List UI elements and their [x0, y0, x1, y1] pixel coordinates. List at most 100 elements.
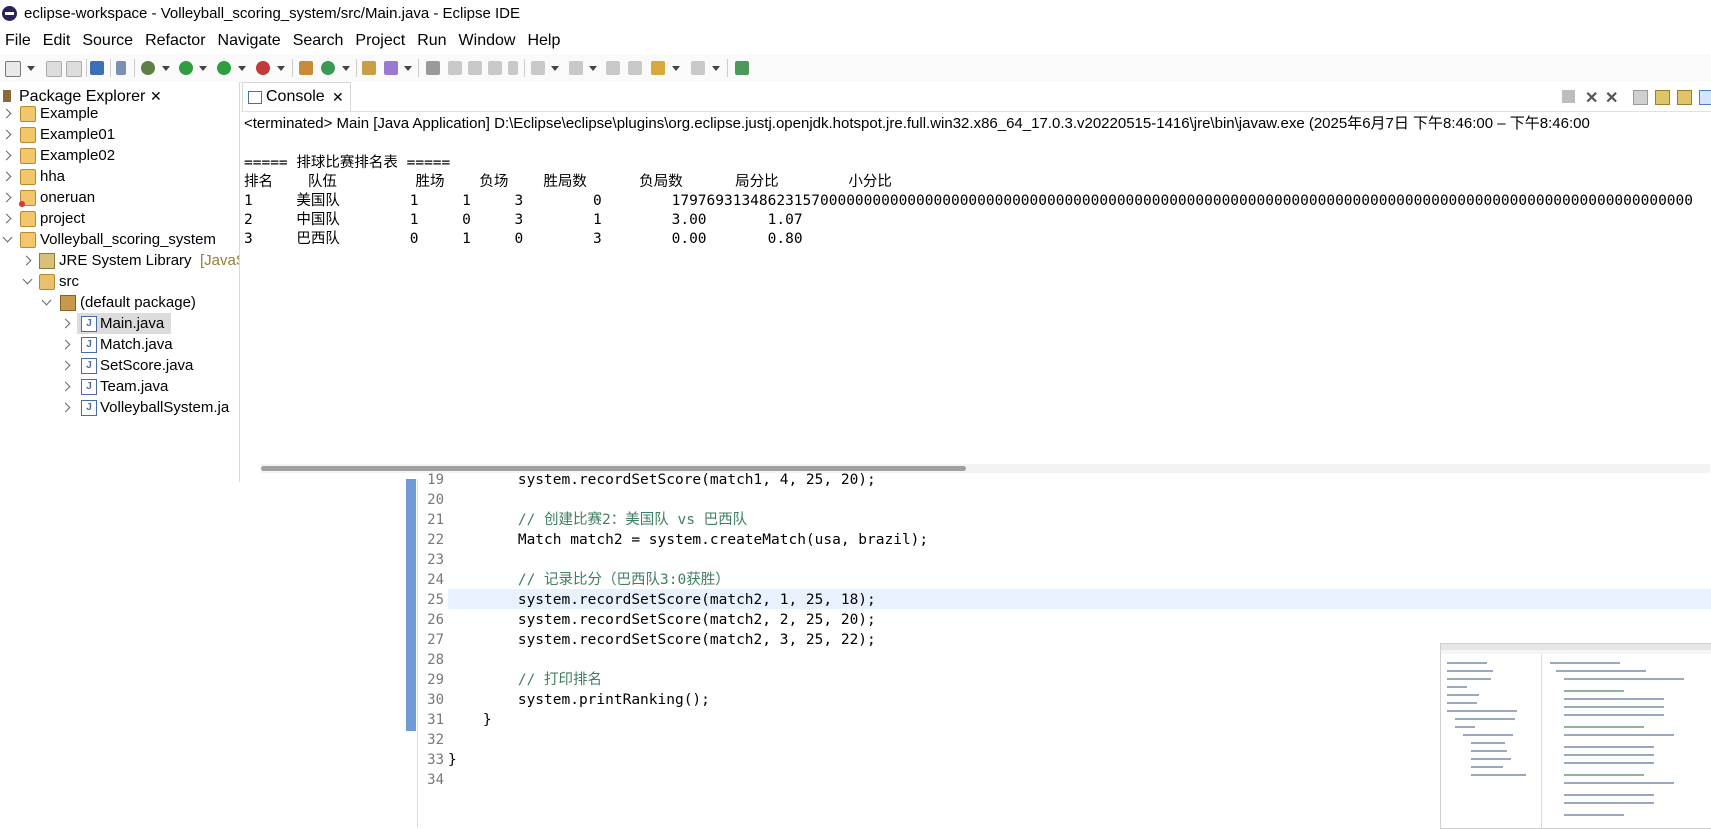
java-file-icon: J — [81, 358, 97, 374]
chevron-right-icon[interactable] — [60, 402, 71, 413]
pilcrow-icon[interactable] — [508, 61, 518, 75]
menu-window[interactable]: Window — [453, 27, 522, 54]
tree-item-volleyball-scoring-system[interactable]: Volleyball_scoring_system — [0, 229, 239, 250]
tree-item-setscore-java[interactable]: J SetScore.java — [0, 355, 239, 376]
remove-launch-icon[interactable]: ✕ — [1585, 90, 1598, 107]
remove-all-terminated-icon[interactable]: ✕ — [1605, 90, 1618, 107]
tree-item-project[interactable]: project — [0, 208, 239, 229]
menu-run[interactable]: Run — [411, 27, 452, 54]
skip-breakpoints-icon[interactable] — [116, 61, 126, 75]
new-icon[interactable] — [5, 61, 21, 77]
menu-navigate[interactable]: Navigate — [212, 27, 287, 54]
menu-refactor[interactable]: Refactor — [139, 27, 211, 54]
line-number: 20 — [427, 492, 444, 508]
last-edit-location-icon[interactable] — [606, 61, 620, 75]
forward-dropdown-icon[interactable] — [712, 66, 720, 71]
coverage-dropdown-icon[interactable] — [238, 66, 246, 71]
chevron-right-icon[interactable] — [1, 192, 12, 203]
chevron-down-icon[interactable] — [2, 232, 13, 243]
chevron-right-icon[interactable] — [60, 381, 71, 392]
tree-item-src[interactable]: src — [0, 271, 239, 292]
search-dropdown-icon[interactable] — [404, 66, 412, 71]
tree-item-default-package[interactable]: (default package) — [0, 292, 239, 313]
debug-icon[interactable] — [141, 61, 155, 75]
tree-item-match-java[interactable]: J Match.java — [0, 334, 239, 355]
next-annotation-icon[interactable] — [531, 61, 545, 75]
show-whitespace-icon[interactable] — [488, 61, 502, 75]
new-class-dropdown-icon[interactable] — [342, 66, 350, 71]
tree-item-example02[interactable]: Example02 — [0, 145, 239, 166]
menu-file[interactable]: File — [0, 27, 37, 54]
tree-item-team-java[interactable]: J Team.java — [0, 376, 239, 397]
chevron-right-icon[interactable] — [21, 255, 32, 266]
tree-item-oneruan[interactable]: oneruan — [0, 187, 239, 208]
thumbnail-line — [1564, 746, 1654, 748]
menu-edit[interactable]: Edit — [37, 27, 77, 54]
project-icon — [20, 211, 36, 227]
chevron-right-icon[interactable] — [60, 318, 71, 329]
coverage-icon[interactable] — [217, 61, 231, 75]
chevron-right-icon[interactable] — [60, 339, 71, 350]
scroll-lock-icon[interactable] — [1655, 90, 1670, 105]
code-comment: // 记录比分（巴西队3:0获胜） — [448, 572, 730, 588]
external-tools-icon[interactable] — [256, 61, 270, 75]
toggle-block-selection-icon[interactable] — [468, 61, 482, 75]
chevron-right-icon[interactable] — [1, 129, 12, 140]
back-dropdown-icon[interactable] — [672, 66, 680, 71]
window-thumbnail-preview[interactable] — [1440, 643, 1711, 829]
external-tools-dropdown-icon[interactable] — [277, 66, 285, 71]
menu-search[interactable]: Search — [287, 27, 350, 54]
run-icon[interactable] — [179, 61, 193, 75]
clear-console-icon[interactable] — [1633, 90, 1648, 105]
forward-edit-location-icon[interactable] — [628, 61, 642, 75]
chevron-right-icon[interactable] — [60, 360, 71, 371]
new-dropdown-icon[interactable] — [27, 66, 35, 71]
tree-item-hha[interactable]: hha — [0, 166, 239, 187]
menu-project[interactable]: Project — [349, 27, 411, 54]
line-number: 26 — [427, 612, 444, 628]
close-icon[interactable]: ✕ — [332, 83, 344, 111]
project-error-icon — [19, 190, 36, 207]
tree-item-volleyballsystem-java[interactable]: J VolleyballSystem.ja — [0, 397, 239, 418]
chevron-right-icon[interactable] — [1, 171, 12, 182]
debug-dropdown-icon[interactable] — [162, 66, 170, 71]
previous-annotation-icon[interactable] — [569, 61, 583, 75]
new-java-project-icon[interactable] — [299, 61, 313, 75]
save-all-icon[interactable] — [66, 61, 82, 77]
pin-console-icon[interactable] — [1699, 90, 1711, 105]
search-icon[interactable] — [384, 61, 398, 75]
tree-item-jre-system-library[interactable]: JRE System Library [JavaS — [0, 250, 239, 271]
console-output-line: 排名 队伍 胜场 负场 胜局数 负局数 局分比 小分比 — [244, 174, 892, 190]
new-java-class-icon[interactable] — [321, 61, 335, 75]
open-perspective-icon[interactable] — [735, 61, 749, 75]
java-file-icon: J — [81, 316, 97, 332]
thumbnail-line — [1564, 762, 1654, 764]
tree-item-main-java[interactable]: J Main.java — [0, 313, 239, 334]
chevron-right-icon[interactable] — [1, 108, 12, 119]
tree-item-example[interactable]: Example — [0, 103, 239, 124]
save-icon[interactable] — [46, 61, 62, 77]
chevron-down-icon[interactable] — [41, 295, 52, 306]
open-type-icon[interactable] — [362, 61, 376, 75]
word-wrap-icon[interactable] — [1677, 90, 1692, 105]
toggle-mark-occurrences-icon[interactable] — [426, 61, 440, 75]
terminate-icon[interactable] — [1562, 90, 1575, 103]
toolbar-separator — [727, 59, 728, 77]
tree-item-example01[interactable]: Example01 — [0, 124, 239, 145]
chevron-down-icon[interactable] — [22, 274, 33, 285]
run-dropdown-icon[interactable] — [199, 66, 207, 71]
previous-annotation-dropdown-icon[interactable] — [589, 66, 597, 71]
thumbnail-titlebar — [1441, 644, 1711, 650]
chevron-right-icon[interactable] — [1, 213, 12, 224]
menu-source[interactable]: Source — [76, 27, 139, 54]
chevron-right-icon[interactable] — [1, 150, 12, 161]
toggle-word-wrap-icon[interactable] — [448, 61, 462, 75]
forward-arrow-icon[interactable] — [691, 61, 705, 75]
terminal-icon[interactable] — [90, 61, 104, 75]
console-output-line: ===== 排球比赛排名表 ===== — [244, 155, 451, 171]
console-output-line: 3 巴西队 0 1 0 3 0.00 0.80 — [244, 231, 803, 247]
menu-help[interactable]: Help — [521, 27, 566, 54]
next-annotation-dropdown-icon[interactable] — [551, 66, 559, 71]
back-arrow-icon[interactable] — [651, 61, 665, 75]
tab-console[interactable]: Console ✕ — [242, 82, 351, 111]
